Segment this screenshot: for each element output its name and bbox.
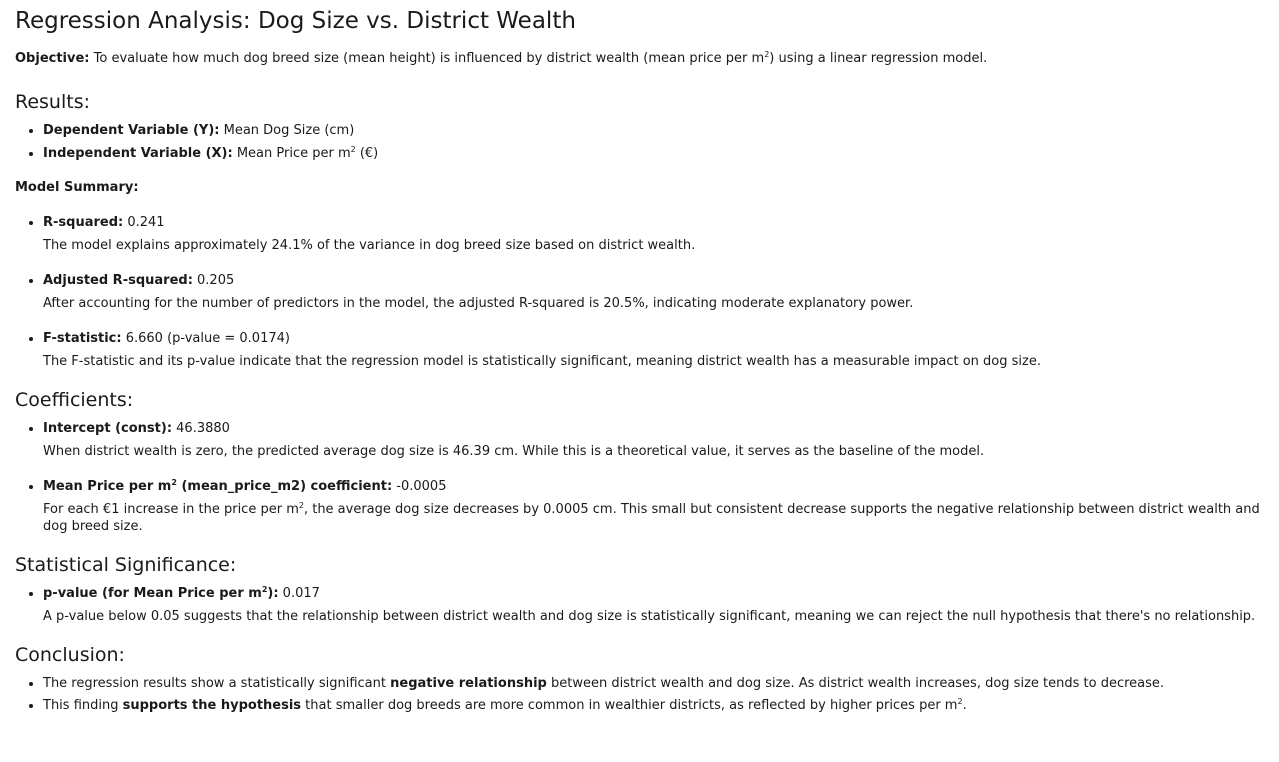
coefficients-heading: Coefficients: (15, 389, 134, 411)
model-summary-heading: Model Summary: (15, 180, 139, 195)
list-item: Dependent Variable (Y): Mean Dog Size (c… (43, 122, 1264, 139)
results-list: Dependent Variable (Y): Mean Dog Size (c… (15, 122, 1264, 162)
results-heading: Results: (15, 91, 91, 113)
model-summary-list: R-squared: 0.241The model explains appro… (15, 214, 1264, 370)
list-item: Independent Variable (X): Mean Price per… (43, 145, 1264, 162)
significance-list: p-value (for Mean Price per m2): 0.017A … (15, 585, 1264, 625)
objective-paragraph: Objective: To evaluate how much dog bree… (15, 50, 988, 67)
list-item: The regression results show a statistica… (43, 675, 1264, 692)
list-item: Mean Price per m2 (mean_price_m2) coeffi… (43, 478, 1264, 535)
objective-text: To evaluate how much dog breed size (mea… (89, 51, 765, 66)
list-item: p-value (for Mean Price per m2): 0.017A … (43, 585, 1264, 625)
list-item: Adjusted R-squared: 0.205After accountin… (43, 272, 1264, 312)
significance-heading: Statistical Significance: (15, 554, 237, 576)
list-item: This finding supports the hypothesis tha… (43, 697, 1264, 714)
objective-label: Objective: (15, 51, 90, 66)
conclusion-heading: Conclusion: (15, 644, 125, 666)
list-item: Intercept (const): 46.3880When district … (43, 420, 1264, 460)
page-title: Regression Analysis: Dog Size vs. Distri… (15, 8, 576, 34)
list-item: R-squared: 0.241The model explains appro… (43, 214, 1264, 254)
conclusion-list: The regression results show a statistica… (15, 675, 1264, 714)
coefficients-list: Intercept (const): 46.3880When district … (15, 420, 1264, 535)
document: Regression Analysis: Dog Size vs. Distri… (0, 0, 1264, 714)
list-item: F-statistic: 6.660 (p-value = 0.0174)The… (43, 330, 1264, 370)
